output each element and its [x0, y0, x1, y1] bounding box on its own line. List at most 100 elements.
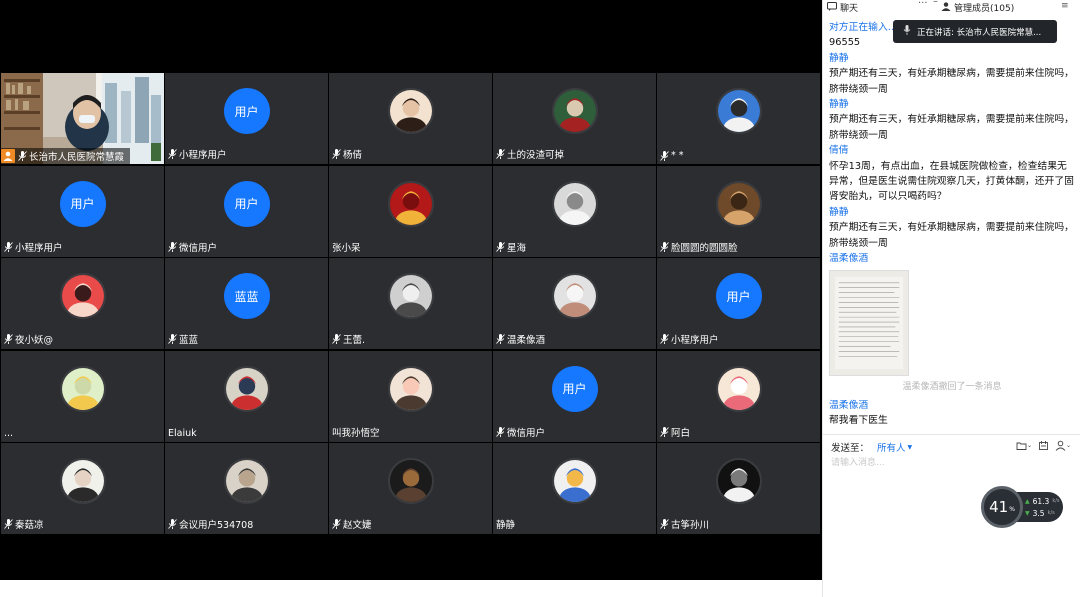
chat-sender[interactable]: 静静	[829, 205, 1075, 220]
avatar-text: 蓝蓝	[234, 289, 259, 304]
menu-icon[interactable]: ≡	[1061, 1, 1069, 11]
mic-muted-icon	[4, 241, 13, 252]
participant-tile[interactable]: 蓝蓝 蓝蓝	[165, 258, 328, 349]
send-to-label: 发送至：	[831, 443, 870, 454]
avatar	[387, 88, 434, 135]
more-options-icon[interactable]: ···	[918, 0, 928, 9]
avatar-placeholder: 用户	[223, 88, 270, 135]
participant-tile[interactable]: 用户 小程序用户	[1, 165, 164, 257]
participant-tile[interactable]: 古筝孙川	[657, 443, 820, 534]
chat-image-attachment[interactable]	[829, 269, 909, 376]
participant-tile[interactable]: 用户小程序用户	[165, 73, 328, 164]
participant-tile[interactable]: 土的没渣可掉	[493, 73, 656, 164]
upload-rate-unit: k/s	[1052, 498, 1060, 504]
avatar-text: 用户	[70, 197, 95, 212]
minimize-icon[interactable]: –	[933, 0, 938, 7]
participant-name-label: 温柔像酒	[507, 335, 546, 346]
participant-name: 杨倩	[332, 147, 362, 161]
chevron-down-icon: ⌄	[1026, 442, 1032, 449]
participant-tile[interactable]: 张小呆	[329, 165, 492, 257]
avatar-text: 用户	[234, 197, 259, 212]
chat-sender[interactable]: 静静	[829, 51, 1075, 66]
participant-name: 小程序用户	[168, 147, 227, 161]
participant-name-label: 小程序用户	[671, 335, 719, 346]
chat-sender[interactable]: 温柔像酒	[829, 398, 1075, 413]
message-input[interactable]	[831, 456, 1071, 470]
divider	[823, 434, 1080, 435]
participant-name-label: ...	[4, 427, 14, 439]
participant-tile[interactable]: ...	[1, 350, 164, 442]
participant-tile[interactable]: 夜小妖@	[1, 258, 164, 349]
participant-tile[interactable]: 脸圆圆的圆圆脸	[657, 165, 820, 257]
participant-tile[interactable]: 用户 微信用户	[493, 350, 656, 442]
participant-tile[interactable]: 阿白	[657, 350, 820, 442]
chat-sender[interactable]: 温柔像酒	[829, 251, 1075, 266]
user-select-icon[interactable]: ⌄	[1055, 440, 1071, 451]
participant-tile[interactable]: 温柔像酒	[493, 258, 656, 349]
participant-name: 小程序用户	[660, 332, 719, 346]
participant-name: 脸圆圆的圆圆脸	[660, 240, 738, 254]
avatar-placeholder: 用户	[223, 180, 270, 227]
participant-name: 星海	[496, 240, 526, 254]
network-gauge[interactable]: 41% ▲ 61.3 k/s ▼ 3.5 k/s	[981, 486, 1063, 528]
participant-tile[interactable]: 静静	[493, 443, 656, 534]
participant-tile[interactable]: 王蕾.	[329, 258, 492, 349]
participant-name: 长治市人民医院常慧霞	[1, 148, 131, 164]
network-score-unit: %	[1009, 506, 1015, 513]
participant-name-label: 蓝蓝	[179, 335, 199, 346]
avatar	[715, 180, 762, 227]
participant-name: 土的没渣可掉	[496, 147, 564, 161]
screenshot-icon[interactable]	[1038, 440, 1049, 451]
tab-manage-members[interactable]: 管理成员(105)	[941, 1, 1014, 14]
participant-tile[interactable]: 赵文婕	[329, 443, 492, 534]
mic-muted-icon	[660, 334, 669, 344]
participant-name-label: 王蕾.	[343, 335, 366, 346]
participant-tile[interactable]: Elaiuk	[165, 350, 328, 442]
network-score-value: 41	[989, 498, 1009, 516]
participant-tile[interactable]: 用户 微信用户	[165, 165, 328, 257]
upload-rate: ▲ 61.3 k/s	[1025, 497, 1063, 506]
avatar	[551, 180, 598, 227]
avatar	[223, 458, 270, 505]
chat-sender[interactable]: 静静	[829, 97, 1075, 112]
avatar-text: 用户	[562, 382, 587, 397]
recall-notice: 温柔像酒撤回了一条消息	[902, 381, 1002, 392]
mic-muted-icon	[660, 150, 669, 161]
participant-name-label: 赵文婕	[343, 520, 372, 531]
participant-tile[interactable]: 用户小程序用户	[657, 258, 820, 349]
network-score: 41%	[981, 486, 1023, 528]
download-rate: ▼ 3.5 k/s	[1025, 509, 1063, 518]
participant-tile[interactable]: 会议用户534708	[165, 443, 328, 534]
participant-name: 张小呆	[332, 240, 361, 254]
chevron-down-icon: ⌄	[1065, 442, 1071, 449]
participant-name-label: 脸圆圆的圆圆脸	[671, 242, 738, 254]
mic-icon	[903, 25, 911, 38]
folder-icon[interactable]: ⌄	[1016, 440, 1032, 451]
avatar	[551, 88, 598, 135]
send-target-dropdown[interactable]: 所有人 ▼	[877, 440, 912, 454]
send-target-row: 发送至： 所有人 ▼ ⌄ ⌄	[831, 440, 1075, 454]
participant-tile[interactable]: * *	[657, 73, 820, 164]
participant-tile[interactable]: 叫我孙悟空	[329, 350, 492, 442]
participant-name: 会议用户534708	[168, 517, 253, 531]
participant-tile[interactable]: 长治市人民医院常慧霞	[1, 73, 164, 164]
mic-muted-icon	[168, 334, 177, 344]
avatar-text: 用户	[234, 104, 259, 119]
participant-tile[interactable]: 秦菇凉	[1, 443, 164, 534]
avatar-placeholder: 用户	[715, 273, 762, 320]
participant-name: ...	[4, 428, 13, 439]
avatar	[551, 458, 598, 505]
send-target-value: 所有人	[877, 443, 906, 454]
participant-tile[interactable]: 杨倩	[329, 73, 492, 164]
avatar	[387, 180, 434, 227]
participant-tile[interactable]: 星海	[493, 165, 656, 257]
chat-sender[interactable]: 倩倩	[829, 143, 1075, 158]
download-arrow-icon: ▼	[1025, 509, 1030, 517]
participant-name-label: 星海	[507, 242, 527, 254]
tab-chat[interactable]: 聊天	[827, 1, 858, 14]
mic-muted-icon	[332, 519, 341, 529]
chat-message-text: 预产期还有三天，有妊承期糖尿病，需要提前来住院吗，脐带绕颈一周	[829, 68, 1074, 95]
download-rate-value: 3.5	[1032, 508, 1045, 518]
avatar	[387, 365, 434, 412]
mic-muted-icon	[660, 426, 669, 437]
